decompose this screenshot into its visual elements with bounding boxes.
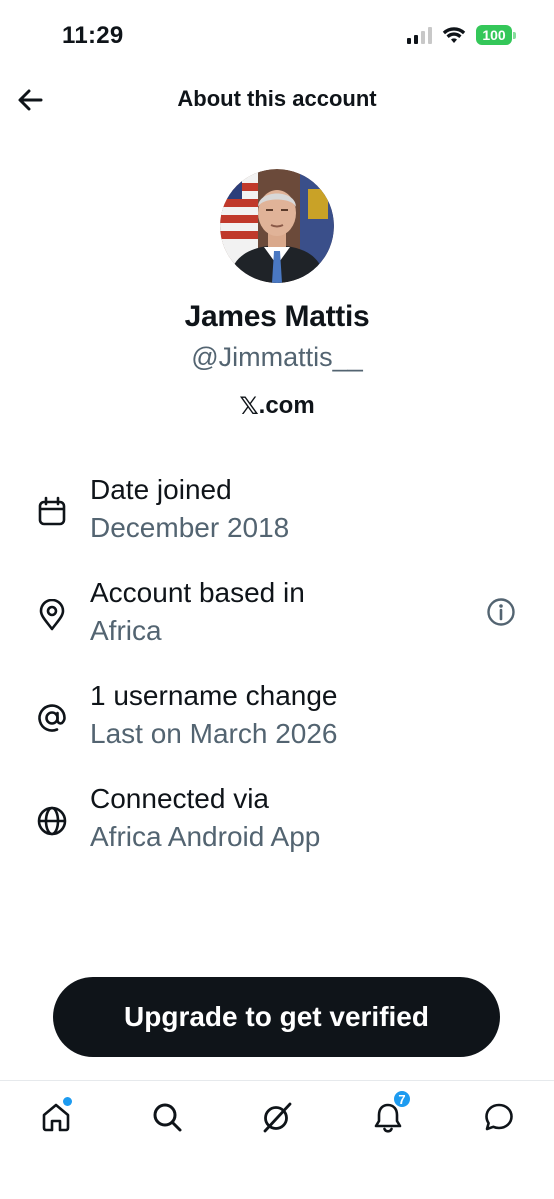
info-icon	[487, 598, 515, 626]
search-icon	[153, 1103, 182, 1132]
chat-icon	[485, 1103, 513, 1131]
avatar[interactable]	[220, 169, 334, 283]
info-row-connected-via: Connected via Africa Android App	[0, 783, 554, 873]
info-value: December 2018	[90, 512, 290, 543]
x-logo-icon: 𝕏	[239, 392, 259, 420]
info-label: 1 username change	[90, 680, 338, 711]
platform-label: 𝕏 .com	[0, 392, 554, 420]
tab-home[interactable]	[34, 1095, 78, 1139]
platform-suffix: .com	[258, 392, 315, 419]
notification-count-badge: 7	[392, 1089, 412, 1109]
page-title: About this account	[177, 86, 377, 111]
globe-icon	[37, 806, 67, 836]
header: About this account	[0, 72, 554, 128]
info-value: Africa Android App	[90, 821, 321, 852]
info-row-date-joined: Date joined December 2018	[0, 474, 554, 564]
info-label: Date joined	[90, 474, 232, 505]
info-value: Last on March 2026	[90, 718, 338, 749]
calendar-icon	[38, 496, 66, 526]
tab-messages[interactable]	[477, 1095, 521, 1139]
cellular-signal-icon	[407, 26, 432, 44]
username-handle: @Jimmattis__	[191, 342, 363, 372]
info-row-account-based-in: Account based in Africa	[0, 577, 554, 667]
tab-grok[interactable]	[255, 1095, 299, 1139]
battery-icon: 100	[476, 25, 516, 45]
upgrade-verified-button[interactable]: Upgrade to get verified	[53, 977, 500, 1057]
location-pin-icon	[39, 599, 65, 631]
at-sign-icon	[38, 704, 66, 732]
tab-search[interactable]	[145, 1095, 189, 1139]
tab-notifications[interactable]: 7	[366, 1089, 412, 1139]
info-value: Africa	[90, 615, 162, 646]
status-time: 11:29	[62, 22, 124, 49]
info-row-username-change: 1 username change Last on March 2026	[0, 680, 554, 770]
status-bar: 11:29 100	[0, 0, 554, 70]
grok-icon	[263, 1102, 292, 1133]
status-icons: 100	[407, 25, 516, 45]
battery-level: 100	[476, 25, 512, 45]
display-name: James Mattis	[184, 300, 370, 333]
bottom-tab-bar: 7	[0, 1080, 554, 1199]
info-label: Connected via	[90, 783, 270, 814]
wifi-icon	[442, 27, 466, 43]
info-label: Account based in	[90, 577, 305, 608]
avatar-image	[220, 169, 334, 283]
home-notification-dot	[63, 1097, 72, 1106]
account-location-info-button[interactable]	[484, 595, 518, 629]
